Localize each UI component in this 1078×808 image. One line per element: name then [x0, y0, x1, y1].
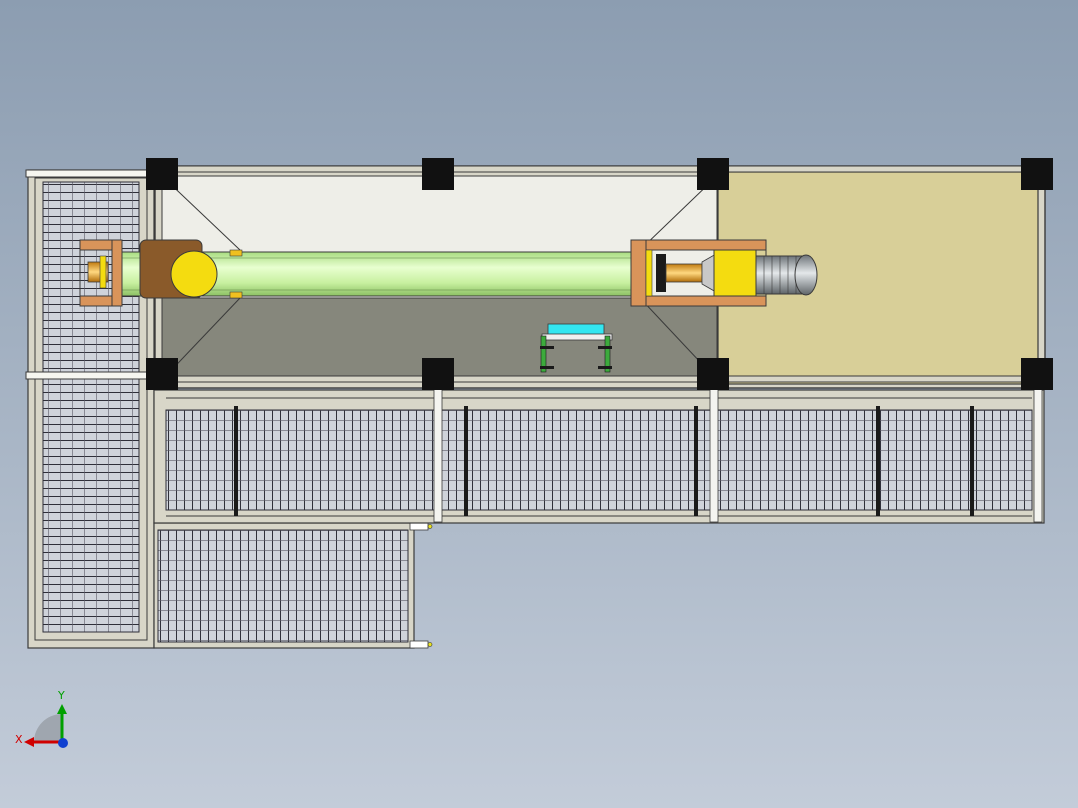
- gearbox[interactable]: [713, 249, 757, 297]
- triad-x-label: X: [15, 733, 23, 746]
- z-axis-dot: [58, 738, 68, 748]
- lower-walkway[interactable]: [153, 522, 433, 649]
- front-walkway[interactable]: [153, 387, 1045, 524]
- coordinate-triad: [24, 704, 68, 748]
- left-handrail-top: [25, 169, 155, 178]
- bottom-rail: [154, 375, 1046, 383]
- inlet-disc[interactable]: [170, 250, 218, 298]
- drive-motor[interactable]: [755, 254, 818, 296]
- triad-y-label: Y: [58, 689, 65, 702]
- top-rail: [154, 165, 1046, 173]
- left-handrail-mid: [25, 371, 155, 380]
- cad-viewport[interactable]: [0, 0, 1078, 808]
